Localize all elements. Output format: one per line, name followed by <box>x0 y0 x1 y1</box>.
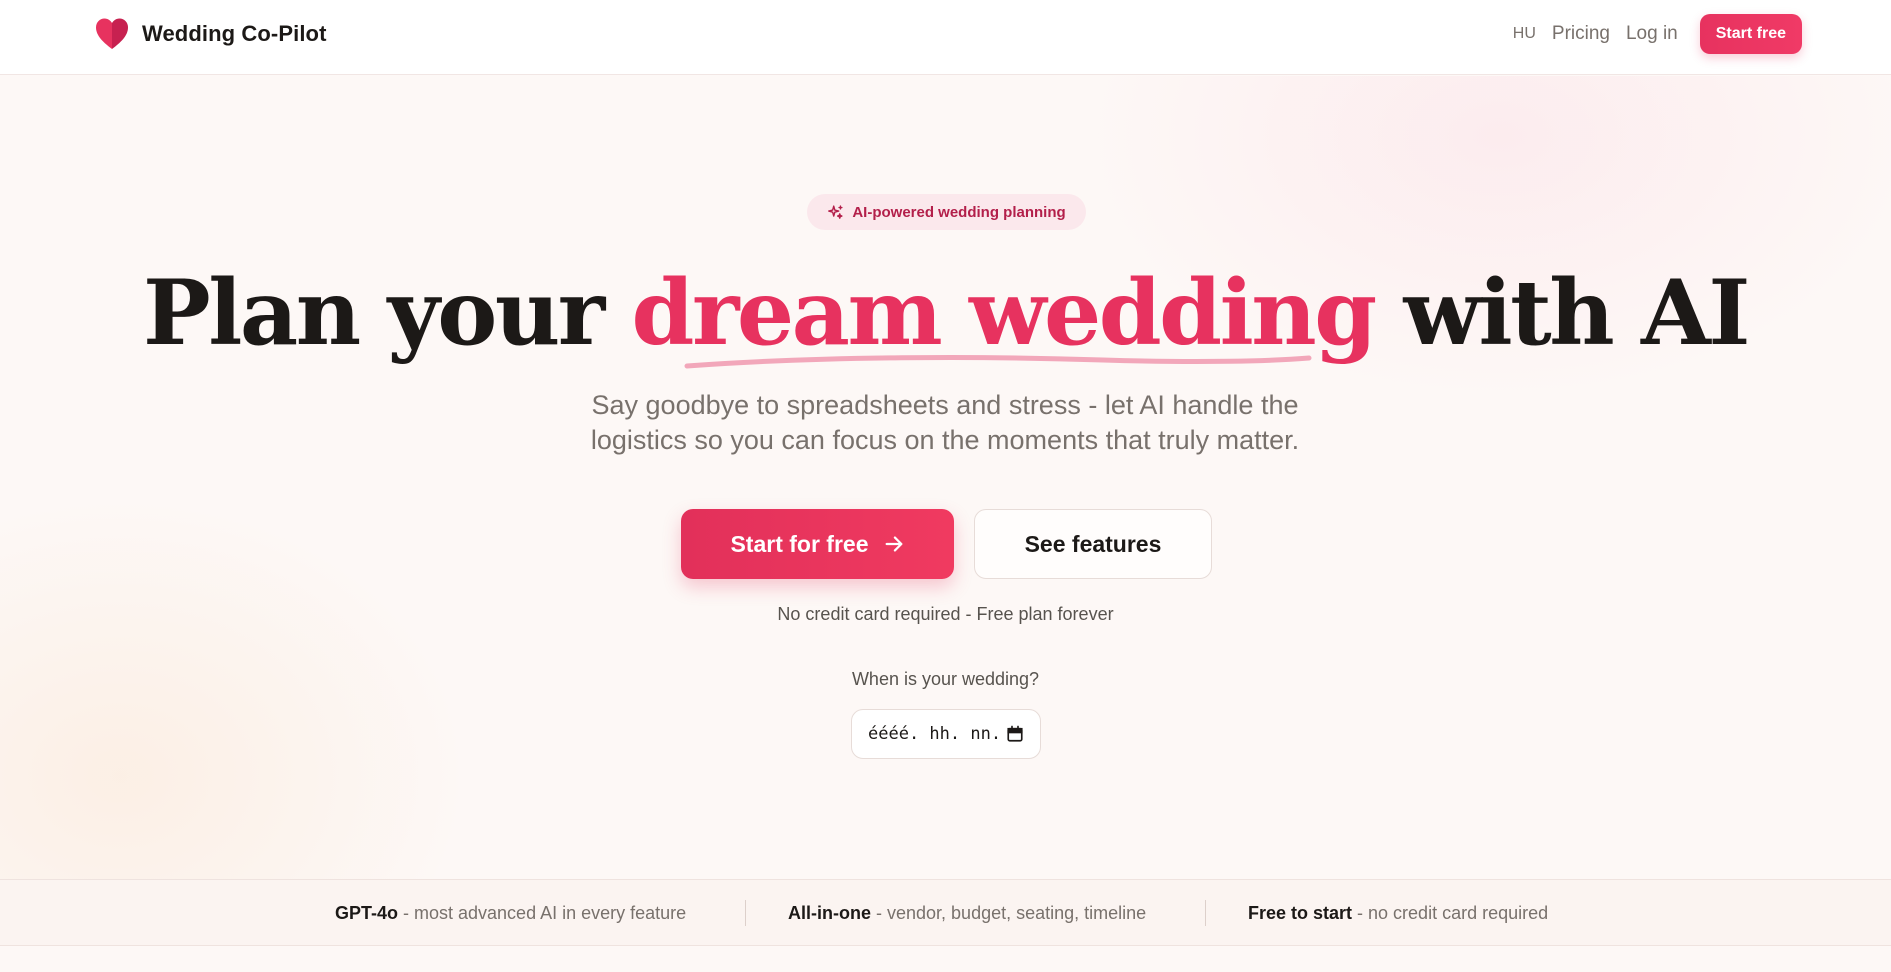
feature-title: Free to start <box>1248 903 1353 923</box>
feature-desc: - vendor, budget, seating, timeline <box>871 903 1147 923</box>
feature-desc: - most advanced AI in every feature <box>398 903 687 923</box>
headline-end: with AI <box>1374 260 1750 366</box>
brand-link[interactable]: Wedding Co-Pilot <box>94 16 327 52</box>
start-for-free-button[interactable]: Start for free <box>681 509 954 579</box>
feature-desc: - no credit card required <box>1352 903 1549 923</box>
site-header: Wedding Co-Pilot HU Pricing Log in Start… <box>0 0 1891 75</box>
feature-item-all-in-one: All-in-one - vendor, budget, seating, ti… <box>788 903 1146 924</box>
headline-underline <box>684 355 1312 369</box>
see-features-button[interactable]: See features <box>974 509 1212 579</box>
nav-login-link[interactable]: Log in <box>1626 23 1678 45</box>
feature-item-gpt: GPT-4o - most advanced AI in every featu… <box>335 903 686 924</box>
arrow-right-icon <box>885 536 902 552</box>
header-start-free-button[interactable]: Start free <box>1699 14 1802 54</box>
headline-accent: dream wedding <box>631 260 1378 366</box>
feature-item-free: Free to start - no credit card required <box>1248 903 1548 924</box>
hero-badge-text: AI-powered wedding planning <box>852 203 1066 221</box>
no-credit-card-note: No credit card required - Free plan fore… <box>777 604 1114 624</box>
wedding-date-label: When is your wedding? <box>851 669 1040 689</box>
heart-icon <box>96 18 128 49</box>
feature-title: GPT-4o <box>335 903 399 923</box>
language-switcher[interactable]: HU <box>1513 25 1536 43</box>
top-nav: HU Pricing Log in Start free <box>1513 14 1802 54</box>
feature-title: All-in-one <box>788 903 871 923</box>
hero-badge: AI-powered wedding planning <box>807 194 1086 230</box>
feature-divider <box>745 900 746 926</box>
hero-subtitle: Say goodbye to spreadsheets and stress -… <box>590 390 1300 455</box>
headline-start: Plan your <box>143 260 632 366</box>
sparkles-icon <box>828 204 843 219</box>
brand-name: Wedding Co-Pilot <box>142 21 327 46</box>
start-for-free-label: Start for free <box>730 530 869 557</box>
wedding-date-input[interactable]: éééé. hh. nn. <box>851 709 1041 759</box>
feature-strip: GPT-4o - most advanced AI in every featu… <box>0 879 1891 946</box>
wedding-date-placeholder: éééé. hh. nn. <box>868 724 1002 744</box>
nav-pricing-link[interactable]: Pricing <box>1552 23 1610 45</box>
feature-divider <box>1205 900 1206 926</box>
calendar-icon[interactable] <box>1006 725 1024 743</box>
